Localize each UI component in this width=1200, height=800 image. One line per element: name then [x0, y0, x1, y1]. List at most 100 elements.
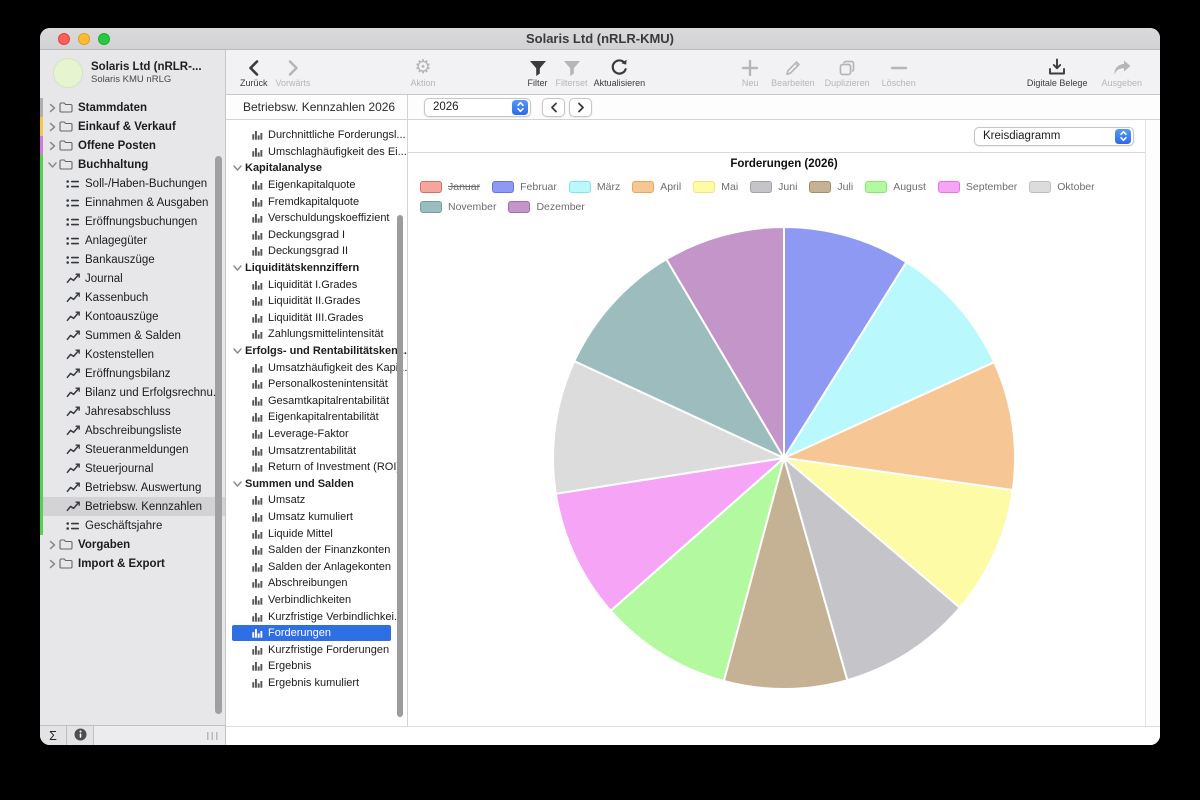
company-switcher[interactable]: Solaris Ltd (nRLR-... Solaris KMU nRLG — [40, 50, 225, 95]
tree-item-liquidit-t-i-grades[interactable]: Liquidität I.Grades — [226, 276, 407, 293]
tree-item-umsatzh-ufigkeit-des-kapi[interactable]: Umsatzhäufigkeit des Kapi... — [226, 359, 407, 376]
sidebar-item-vorgaben[interactable]: Vorgaben — [40, 535, 225, 554]
legend-item-september[interactable]: September — [938, 181, 1017, 193]
tree-item-verschuldungskoeffizient[interactable]: Verschuldungskoeffizient — [226, 210, 407, 227]
tree-item-return-of-investment-roi[interactable]: Return of Investment (ROI) — [226, 459, 407, 476]
disclosure-chevron-icon[interactable] — [46, 559, 59, 569]
sidebar-item-er-ffnungsbuchungen[interactable]: Eröffnungsbuchungen — [40, 212, 225, 231]
bar-chart-icon — [252, 545, 263, 555]
refresh-button[interactable]: Aktualisieren — [594, 56, 646, 88]
sidebar-item-betriebsw-kennzahlen[interactable]: Betriebsw. Kennzahlen — [40, 497, 225, 516]
legend-item-april[interactable]: April — [632, 181, 681, 193]
sidebar-item-offene-posten[interactable]: Offene Posten — [40, 136, 225, 155]
sidebar-item-steuerjournal[interactable]: Steuerjournal — [40, 459, 225, 478]
disclosure-chevron-icon[interactable] — [231, 263, 243, 273]
tree-item-durchnittliche-forderungsl[interactable]: Durchnittliche Forderungsl... — [226, 127, 407, 144]
chart-type-select[interactable]: Kreisdiagramm — [974, 127, 1134, 146]
sidebar-scrollbar[interactable] — [215, 156, 222, 714]
legend-item-m-rz[interactable]: März — [569, 181, 620, 193]
sidebar-item-bankausz-ge[interactable]: Bankauszüge — [40, 250, 225, 269]
sidebar-item-summen-salden[interactable]: Summen & Salden — [40, 326, 225, 345]
tree-item-summen-und-salden[interactable]: Summen und Salden — [226, 475, 407, 492]
disclosure-chevron-icon[interactable] — [231, 163, 243, 173]
sidebar-item-buchhaltung[interactable]: Buchhaltung — [40, 155, 225, 174]
tree-item-liquidit-t-iii-grades[interactable]: Liquidität III.Grades — [226, 310, 407, 327]
legend-item-oktober[interactable]: Oktober — [1029, 181, 1094, 193]
tree-item-forderungen[interactable]: Forderungen — [232, 625, 391, 642]
sidebar-item-kassenbuch[interactable]: Kassenbuch — [40, 288, 225, 307]
sidebar-item-journal[interactable]: Journal — [40, 269, 225, 288]
tree-item-ergebnis-kumuliert[interactable]: Ergebnis kumuliert — [226, 675, 407, 692]
legend-item-januar[interactable]: Januar — [420, 181, 480, 193]
tree-item-eigenkapitalrentabilit-t[interactable]: Eigenkapitalrentabilität — [226, 409, 407, 426]
year-select[interactable]: 2026 — [424, 98, 531, 117]
next-year-button[interactable] — [569, 98, 592, 117]
tree-item-deckungsgrad-ii[interactable]: Deckungsgrad II — [226, 243, 407, 260]
sidebar-item-anlageg-ter[interactable]: Anlagegüter — [40, 231, 225, 250]
tree-item-kurzfristige-verbindlichkei[interactable]: Kurzfristige Verbindlichkei... — [226, 608, 407, 625]
tree-item-kapitalanalyse[interactable]: Kapitalanalyse — [226, 160, 407, 177]
tree-item-fremdkapitalquote[interactable]: Fremdkapitalquote — [226, 193, 407, 210]
sidebar-item-import-export[interactable]: Import & Export — [40, 554, 225, 573]
sidebar-item-einkauf-verkauf[interactable]: Einkauf & Verkauf — [40, 117, 225, 136]
sidebar-item-kontoausz-ge[interactable]: Kontoauszüge — [40, 307, 225, 326]
resize-grip[interactable] — [207, 732, 218, 740]
tree-item-ergebnis[interactable]: Ergebnis — [226, 658, 407, 675]
tree-item-personalkostenintensit-t[interactable]: Personalkostenintensität — [226, 376, 407, 393]
tree-item-liquidit-tskennziffern[interactable]: Liquiditätskennziffern — [226, 260, 407, 277]
info-button[interactable] — [67, 726, 94, 745]
tree-item-erfolgs-und-rentabilit-tsken[interactable]: Erfolgs- und Rentabilitätsken... — [226, 343, 407, 360]
tree-item-liquide-mittel[interactable]: Liquide Mittel — [226, 525, 407, 542]
legend-item-mai[interactable]: Mai — [693, 181, 738, 193]
prev-year-button[interactable] — [542, 98, 565, 117]
tree-item-verbindlichkeiten[interactable]: Verbindlichkeiten — [226, 592, 407, 609]
close-window-button[interactable] — [58, 33, 70, 45]
tree-item-deckungsgrad-i[interactable]: Deckungsgrad I — [226, 227, 407, 244]
disclosure-chevron-icon[interactable] — [231, 479, 243, 489]
zoom-window-button[interactable] — [98, 33, 110, 45]
tree-item-kurzfristige-forderungen[interactable]: Kurzfristige Forderungen — [226, 641, 407, 658]
disclosure-chevron-icon[interactable] — [46, 141, 59, 151]
disclosure-chevron-icon[interactable] — [46, 160, 59, 170]
digital-receipts-button[interactable]: Digitale Belege — [1027, 56, 1088, 88]
tree-item-salden-der-anlagekonten[interactable]: Salden der Anlagekonten — [226, 558, 407, 575]
filter-button[interactable]: Filter — [528, 56, 548, 88]
sidebar-item-bilanz-und-erfolgsrechnu[interactable]: Bilanz und Erfolgsrechnu... — [40, 383, 225, 402]
sidebar-item-er-ffnungsbilanz[interactable]: Eröffnungsbilanz — [40, 364, 225, 383]
tree-item-umsatzrentabilit-t[interactable]: Umsatzrentabilität — [226, 442, 407, 459]
tree-item-liquidit-t-ii-grades[interactable]: Liquidität II.Grades — [226, 293, 407, 310]
legend-item-august[interactable]: August — [865, 181, 926, 193]
tree-item-zahlungsmittelintensit-t[interactable]: Zahlungsmittelintensität — [226, 326, 407, 343]
legend-item-november[interactable]: November — [420, 201, 496, 213]
legend-item-dezember[interactable]: Dezember — [508, 201, 584, 213]
legend-item-juli[interactable]: Juli — [809, 181, 853, 193]
sidebar-item-jahresabschluss[interactable]: Jahresabschluss — [40, 402, 225, 421]
back-button[interactable]: Zurück — [240, 56, 268, 88]
sidebar-item-einnahmen-ausgaben[interactable]: Einnahmen & Ausgaben — [40, 193, 225, 212]
sidebar-item-steueranmeldungen[interactable]: Steueranmeldungen — [40, 440, 225, 459]
sidebar-item-abschreibungsliste[interactable]: Abschreibungsliste — [40, 421, 225, 440]
chevron-left-icon — [247, 56, 261, 77]
tree-scrollbar[interactable] — [397, 215, 403, 717]
disclosure-chevron-icon[interactable] — [46, 122, 59, 132]
tree-item-umsatz[interactable]: Umsatz — [226, 492, 407, 509]
tree-item-eigenkapitalquote[interactable]: Eigenkapitalquote — [226, 177, 407, 194]
legend-item-juni[interactable]: Juni — [750, 181, 797, 193]
sidebar-item-betriebsw-auswertung[interactable]: Betriebsw. Auswertung — [40, 478, 225, 497]
sidebar-item-stammdaten[interactable]: Stammdaten — [40, 98, 225, 117]
sidebar-item-soll-haben-buchungen[interactable]: Soll-/Haben-Buchungen — [40, 174, 225, 193]
sum-button[interactable]: Σ — [40, 726, 67, 745]
legend-item-februar[interactable]: Februar — [492, 181, 557, 193]
tree-item-umsatz-kumuliert[interactable]: Umsatz kumuliert — [226, 509, 407, 526]
tree-item-umschlagh-ufigkeit-des-ei[interactable]: Umschlaghäufigkeit des Ei... — [226, 144, 407, 161]
tree-item-gesamtkapitalrentabilit-t[interactable]: Gesamtkapitalrentabilität — [226, 393, 407, 410]
disclosure-chevron-icon[interactable] — [46, 540, 59, 550]
tree-item-leverage-faktor[interactable]: Leverage-Faktor — [226, 426, 407, 443]
disclosure-chevron-icon[interactable] — [231, 346, 243, 356]
sidebar-item-gesch-ftsjahre[interactable]: Geschäftsjahre — [40, 516, 225, 535]
sidebar-item-kostenstellen[interactable]: Kostenstellen — [40, 345, 225, 364]
tree-item-salden-der-finanzkonten[interactable]: Salden der Finanzkonten — [226, 542, 407, 559]
minimize-window-button[interactable] — [78, 33, 90, 45]
tree-item-abschreibungen[interactable]: Abschreibungen — [226, 575, 407, 592]
disclosure-chevron-icon[interactable] — [46, 103, 59, 113]
